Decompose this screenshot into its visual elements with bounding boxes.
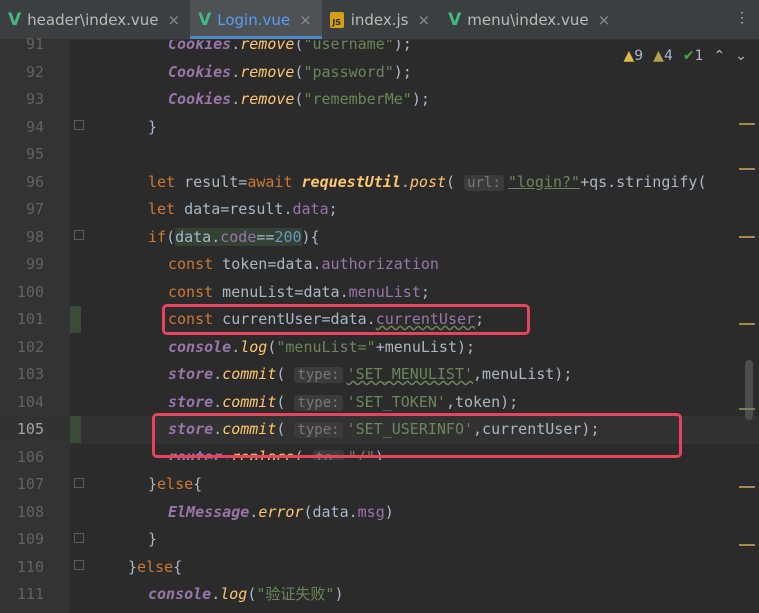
warning-icon: ▲: [623, 48, 635, 64]
warning-count[interactable]: ▲9: [623, 48, 643, 64]
param-hint: type:: [294, 394, 343, 411]
code-line-108: ElMessage.error(data.msg): [168, 502, 394, 521]
js-file-icon: JS: [329, 11, 344, 28]
code-line-109: }: [148, 530, 158, 548]
fold-marker-icon[interactable]: [74, 560, 84, 570]
line-number: 98: [25, 227, 44, 246]
line-number: 97: [25, 200, 44, 218]
close-icon[interactable]: ×: [168, 11, 181, 29]
previous-highlight-icon[interactable]: ⌃: [714, 48, 726, 64]
stripe-mark[interactable]: [739, 323, 755, 325]
tab-label: menu\index.vue: [467, 10, 589, 29]
line-number-current: 105: [16, 420, 44, 438]
line-number: 94: [25, 117, 44, 136]
line-number: 102: [16, 337, 44, 356]
close-icon[interactable]: ×: [598, 11, 611, 29]
stripe-mark[interactable]: [739, 408, 755, 410]
line-number: 95: [25, 145, 44, 163]
line-number: 91: [25, 35, 44, 53]
code-line-98: if(data.code==200){: [148, 227, 320, 246]
line-number: 92: [25, 62, 44, 81]
more-tabs-icon[interactable]: ⋮: [735, 10, 749, 26]
stripe-mark[interactable]: [739, 123, 755, 125]
editor-tab-bar: V header\index.vue × V Login.vue × JS in…: [0, 0, 759, 40]
close-icon[interactable]: ×: [417, 11, 430, 29]
line-number: 110: [16, 557, 44, 576]
fold-marker-icon[interactable]: [74, 533, 84, 543]
tab-label: header\index.vue: [27, 10, 159, 29]
code-line-92: Cookies.remove("password");: [168, 62, 412, 81]
tab-label: Login.vue: [217, 10, 291, 29]
stripe-mark[interactable]: [739, 168, 755, 170]
line-number: 101: [16, 310, 44, 328]
code-line-100: const menuList=data.menuList;: [168, 282, 430, 301]
code-line-102: console.log("menuList="+menuList);: [168, 337, 476, 356]
code-line-110: }else{: [128, 557, 183, 576]
highlight-box: [152, 413, 682, 458]
tab-index-js[interactable]: JS index.js ×: [322, 0, 440, 39]
line-number: 104: [16, 392, 44, 411]
code-line-107: }else{: [148, 475, 203, 493]
code-line-96: let result=await requestUtil.post( url: "…: [148, 172, 707, 191]
line-number: 96: [25, 172, 44, 191]
line-number: 103: [16, 365, 44, 383]
vue-icon: V: [448, 9, 462, 30]
param-hint: type:: [294, 367, 343, 383]
next-highlight-icon[interactable]: ⌄: [735, 48, 747, 64]
stripe-mark[interactable]: [739, 544, 755, 546]
line-number: 108: [16, 502, 44, 521]
vertical-scrollbar-thumb[interactable]: [745, 360, 753, 420]
change-marker: [70, 306, 81, 333]
line-number: 93: [25, 90, 44, 108]
tab-login-vue[interactable]: V Login.vue ×: [190, 0, 322, 39]
ok-count[interactable]: ✔1: [683, 48, 704, 64]
code-line-94: }: [148, 117, 158, 136]
code-line-103: store.commit( type: 'SET_MENULIST',menuLi…: [168, 365, 573, 383]
fold-marker-icon[interactable]: [74, 120, 84, 130]
inspections-widget[interactable]: ▲9 ▲4 ✔1 ⌃ ⌄: [623, 48, 747, 64]
change-marker: [70, 416, 81, 443]
stripe-mark[interactable]: [739, 486, 755, 488]
vue-icon: V: [8, 9, 22, 30]
code-line-99: const token=data.authorization: [168, 255, 439, 273]
line-number: 109: [16, 530, 44, 548]
weak-warning-icon: ▲: [653, 48, 664, 64]
fold-marker-icon[interactable]: [74, 478, 84, 488]
line-number: 100: [16, 282, 44, 301]
line-number: 106: [16, 447, 44, 466]
code-line-111: console.log("验证失败"): [148, 585, 344, 603]
line-number: 99: [25, 255, 44, 273]
stripe-mark[interactable]: [739, 236, 755, 238]
highlight-box: [162, 304, 530, 335]
line-number: 111: [16, 585, 44, 603]
line-number: 107: [16, 475, 44, 493]
vue-icon: V: [198, 9, 212, 30]
code-line-97: let data=result.data;: [148, 200, 338, 218]
tab-menu-index-vue[interactable]: V menu\index.vue ×: [440, 0, 620, 39]
check-icon: ✔: [682, 48, 695, 64]
fold-marker-icon[interactable]: [74, 230, 84, 240]
weak-warning-count[interactable]: ▲4: [653, 48, 673, 64]
param-hint: url:: [464, 174, 504, 191]
code-line-93: Cookies.remove("rememberMe");: [168, 90, 430, 108]
tab-label: index.js: [350, 10, 409, 29]
close-icon[interactable]: ×: [299, 11, 312, 29]
